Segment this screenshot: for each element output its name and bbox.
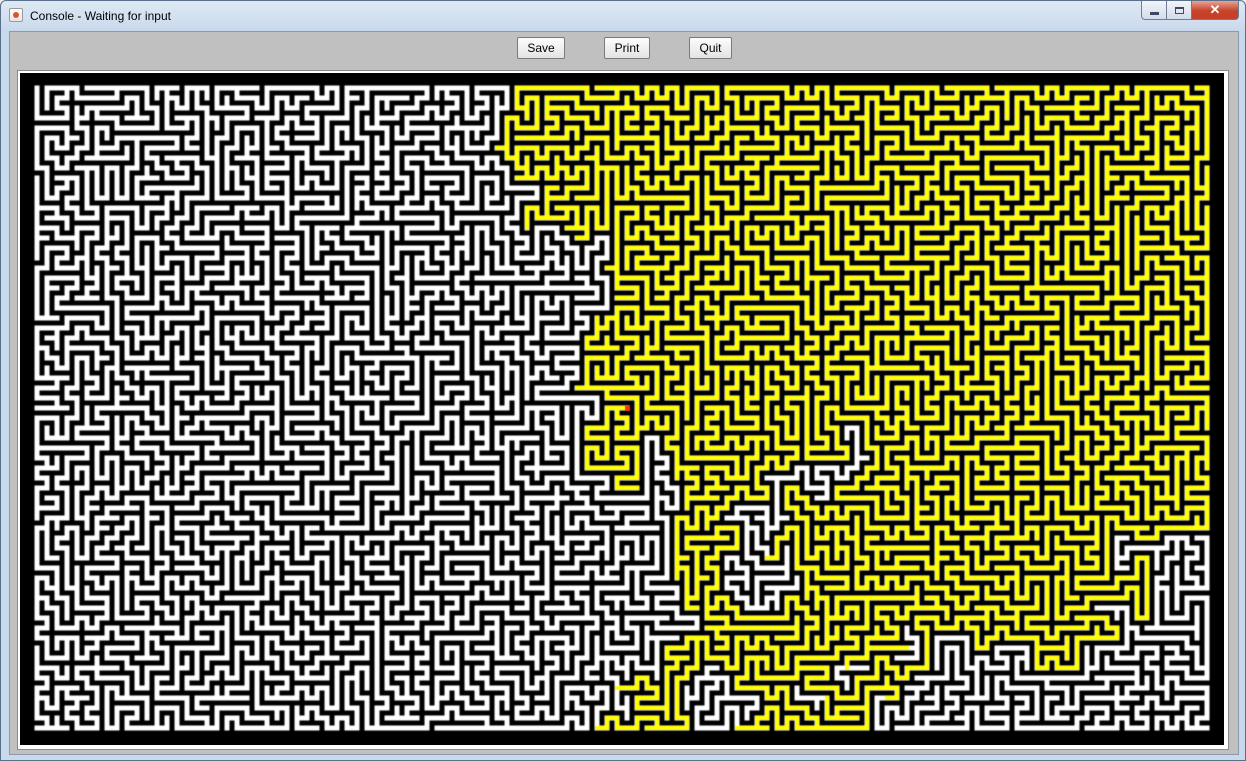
minimize-icon xyxy=(1149,11,1159,15)
print-button[interactable]: Print xyxy=(604,37,650,59)
client-area: Save Print Quit xyxy=(9,31,1239,755)
minimize-button[interactable] xyxy=(1141,1,1167,20)
maximize-icon xyxy=(1174,6,1184,14)
maze-panel xyxy=(17,70,1229,750)
maximize-button[interactable] xyxy=(1167,1,1192,20)
window-title: Console - Waiting for input xyxy=(30,9,171,23)
app-window: Console - Waiting for input ✕ Save Print… xyxy=(0,0,1246,761)
save-button[interactable]: Save xyxy=(517,37,565,59)
maze-canvas-frame xyxy=(20,73,1224,745)
maze-canvas[interactable] xyxy=(20,73,1224,745)
close-icon: ✕ xyxy=(1209,2,1221,17)
window-controls: ✕ xyxy=(1141,1,1239,20)
title-bar[interactable]: Console - Waiting for input ✕ xyxy=(1,1,1245,31)
toolbar: Save Print Quit xyxy=(10,32,1238,68)
close-button[interactable]: ✕ xyxy=(1192,1,1239,20)
java-cup-icon xyxy=(9,8,23,22)
quit-button[interactable]: Quit xyxy=(689,37,732,59)
